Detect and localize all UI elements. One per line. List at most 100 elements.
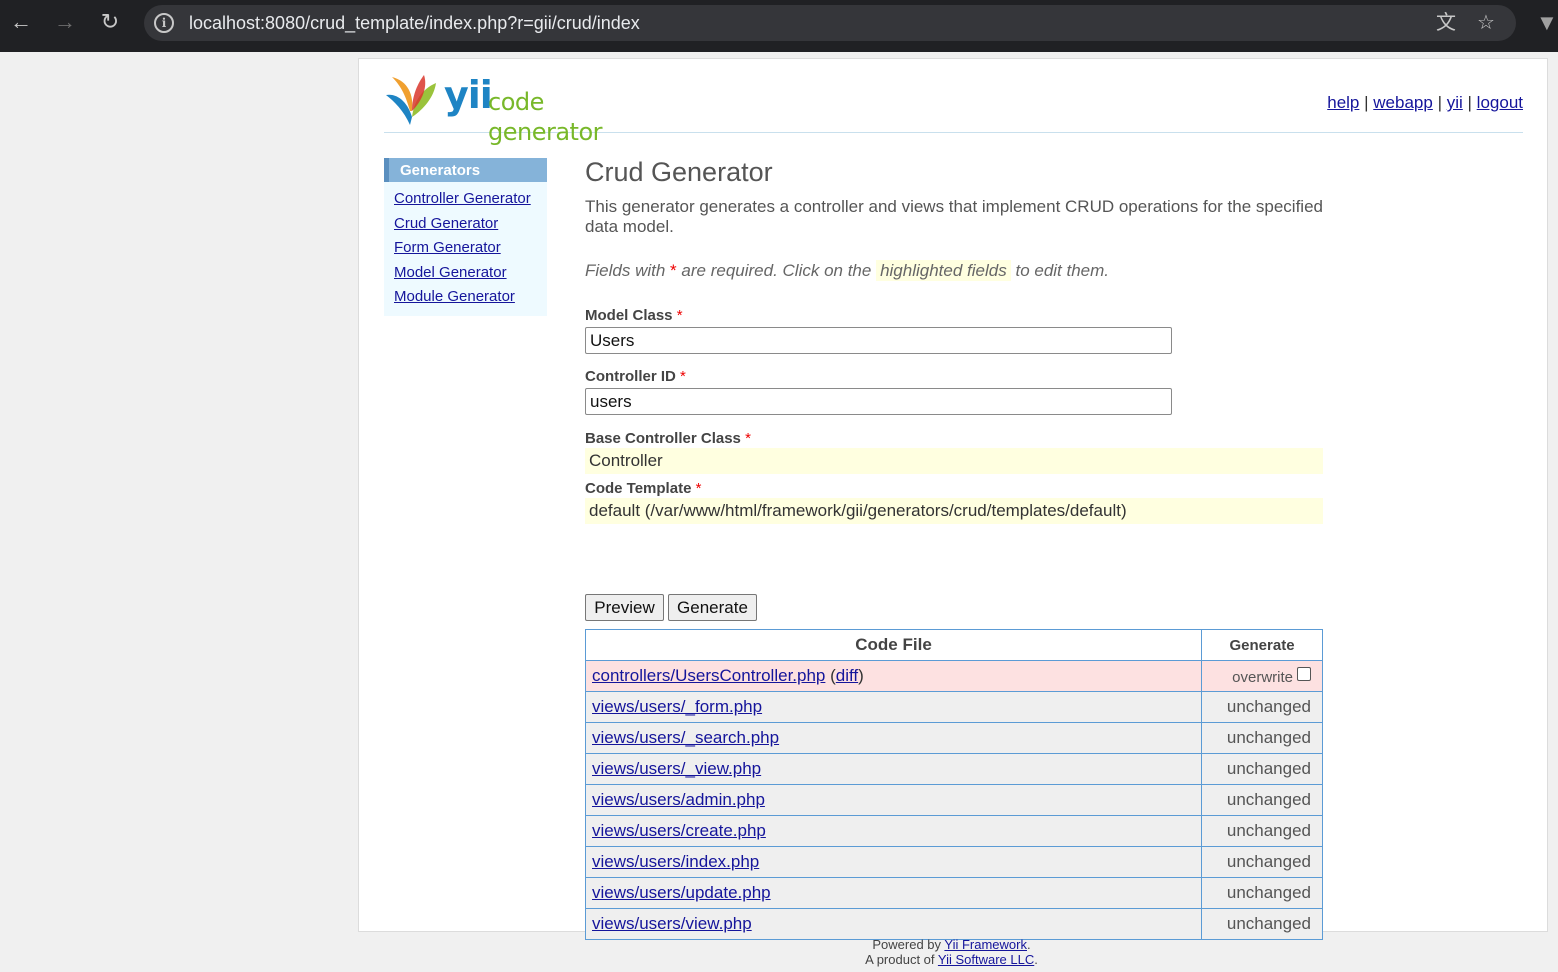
logo-yii-text: yii: [444, 73, 493, 117]
reload-icon[interactable]: ↻: [98, 10, 122, 34]
file-cell: views/users/create.php: [584, 815, 1203, 847]
table-row: views/users/create.php unchanged: [584, 815, 1323, 847]
diff-link[interactable]: diff: [836, 666, 858, 685]
required-mark: *: [680, 368, 686, 385]
header: yii code generator help | webapp | yii |…: [384, 69, 1523, 146]
required-mark: *: [670, 261, 677, 280]
label-text: Model Class: [585, 307, 673, 324]
top-links: help | webapp | yii | logout: [1327, 93, 1523, 113]
powered-by-line: Powered by Yii Framework.: [872, 937, 1031, 952]
status-cell: unchanged: [1201, 846, 1323, 878]
table-row: views/users/_view.php unchanged: [584, 753, 1323, 785]
help-link[interactable]: help: [1327, 93, 1359, 112]
required-mark: *: [676, 307, 683, 324]
site-info-icon[interactable]: i: [154, 13, 174, 33]
forward-icon[interactable]: →: [53, 10, 77, 34]
code-file-header: Code File: [584, 629, 1203, 661]
table-row: views/users/update.php unchanged: [584, 877, 1323, 909]
status-cell: unchanged: [1201, 908, 1323, 940]
file-cell: views/users/_view.php: [584, 753, 1203, 785]
base-controller-label: Base Controller Class *: [585, 430, 751, 447]
status-cell: unchanged: [1201, 753, 1323, 785]
generators-sidebar: Generators Controller Generator Crud Gen…: [384, 158, 547, 316]
file-link[interactable]: views/users/_form.php: [592, 697, 762, 716]
label-text: Base Controller Class: [585, 430, 741, 447]
table-row: controllers/UsersController.php (diff) o…: [584, 660, 1323, 692]
url-text[interactable]: localhost:8080/crud_template/index.php?r…: [189, 13, 640, 33]
file-link[interactable]: views/users/admin.php: [592, 790, 765, 809]
label-text: Code Template: [585, 480, 692, 497]
product-of-line: A product of Yii Software LLC.: [865, 952, 1038, 967]
hint-text: to edit them.: [1015, 261, 1110, 280]
status-text: overwrite: [1232, 668, 1293, 686]
page-container: yii code generator help | webapp | yii |…: [358, 58, 1548, 940]
label-text: Controller ID: [585, 368, 676, 385]
file-link[interactable]: views/users/update.php: [592, 883, 771, 902]
status-cell: unchanged: [1201, 722, 1323, 754]
table-row: views/users/_search.php unchanged: [584, 722, 1323, 754]
webapp-link[interactable]: webapp: [1373, 93, 1433, 112]
file-link[interactable]: controllers/UsersController.php: [592, 666, 825, 685]
file-link[interactable]: views/users/_view.php: [592, 759, 761, 778]
file-cell: views/users/_form.php: [584, 691, 1203, 723]
required-mark: *: [745, 430, 751, 447]
link-separator: |: [1437, 93, 1442, 112]
page-description: This generator generates a controller an…: [585, 197, 1323, 236]
model-generator-link[interactable]: Model Generator: [394, 264, 507, 281]
yii-framework-link[interactable]: Yii Framework: [944, 937, 1027, 952]
logo: yii code generator: [384, 69, 644, 146]
code-template-field[interactable]: default (/var/www/html/framework/gii/gen…: [585, 498, 1323, 524]
file-cell: views/users/index.php: [584, 846, 1203, 878]
address-bar[interactable]: i localhost:8080/crud_template/index.php…: [144, 5, 1516, 41]
required-hint: Fields with * are required. Click on the…: [585, 260, 1109, 282]
generate-header: Generate: [1201, 629, 1323, 661]
file-link[interactable]: views/users/view.php: [592, 914, 752, 933]
crud-generator-link[interactable]: Crud Generator: [394, 215, 498, 232]
logout-link[interactable]: logout: [1477, 93, 1523, 112]
browser-toolbar: ← → ↻ i localhost:8080/crud_template/ind…: [0, 0, 1558, 52]
hint-text: Fields with: [585, 261, 666, 280]
bookmark-star-icon[interactable]: ☆: [1474, 11, 1498, 35]
model-class-input[interactable]: Users: [585, 327, 1172, 354]
required-mark: *: [695, 480, 702, 497]
code-template-label: Code Template *: [585, 480, 701, 497]
code-files-table: Code File Generate controllers/UsersCont…: [584, 629, 1323, 940]
generate-button[interactable]: Generate: [668, 594, 757, 621]
file-cell: views/users/view.php: [584, 908, 1203, 940]
generator-list: Controller Generator Crud Generator Form…: [384, 182, 547, 310]
profile-menu-icon[interactable]: ▼: [1536, 10, 1558, 36]
table-header-row: Code File Generate: [584, 629, 1323, 661]
status-cell: overwrite: [1201, 660, 1323, 692]
translate-icon[interactable]: 文: [1434, 11, 1458, 35]
file-cell: views/users/admin.php: [584, 784, 1203, 816]
base-controller-field[interactable]: Controller: [585, 448, 1323, 474]
file-link[interactable]: views/users/_search.php: [592, 728, 779, 747]
yii-link[interactable]: yii: [1447, 93, 1463, 112]
sidebar-item-module: Module Generator: [394, 285, 547, 310]
table-row: views/users/index.php unchanged: [584, 846, 1323, 878]
back-icon[interactable]: ←: [9, 10, 33, 34]
sidebar-item-controller: Controller Generator: [394, 187, 547, 212]
controller-id-label: Controller ID *: [585, 368, 686, 385]
table-row: views/users/_form.php unchanged: [584, 691, 1323, 723]
model-class-label: Model Class *: [585, 307, 683, 324]
file-link[interactable]: views/users/create.php: [592, 821, 766, 840]
controller-id-input[interactable]: users: [585, 388, 1172, 415]
highlight-sample: highlighted fields: [876, 260, 1011, 281]
status-cell: unchanged: [1201, 784, 1323, 816]
footer-text: Powered by: [872, 937, 942, 952]
status-cell: unchanged: [1201, 877, 1323, 909]
sidebar-item-form: Form Generator: [394, 236, 547, 261]
sidebar-item-model: Model Generator: [394, 261, 547, 286]
controller-generator-link[interactable]: Controller Generator: [394, 190, 531, 207]
module-generator-link[interactable]: Module Generator: [394, 288, 515, 305]
file-cell: controllers/UsersController.php (diff): [584, 660, 1203, 692]
file-link[interactable]: views/users/index.php: [592, 852, 759, 871]
status-cell: unchanged: [1201, 815, 1323, 847]
form-generator-link[interactable]: Form Generator: [394, 239, 501, 256]
preview-button[interactable]: Preview: [585, 594, 664, 621]
yii-software-link[interactable]: Yii Software LLC: [938, 952, 1034, 967]
overwrite-checkbox[interactable]: [1297, 666, 1311, 681]
file-cell: views/users/update.php: [584, 877, 1203, 909]
status-cell: unchanged: [1201, 691, 1323, 723]
